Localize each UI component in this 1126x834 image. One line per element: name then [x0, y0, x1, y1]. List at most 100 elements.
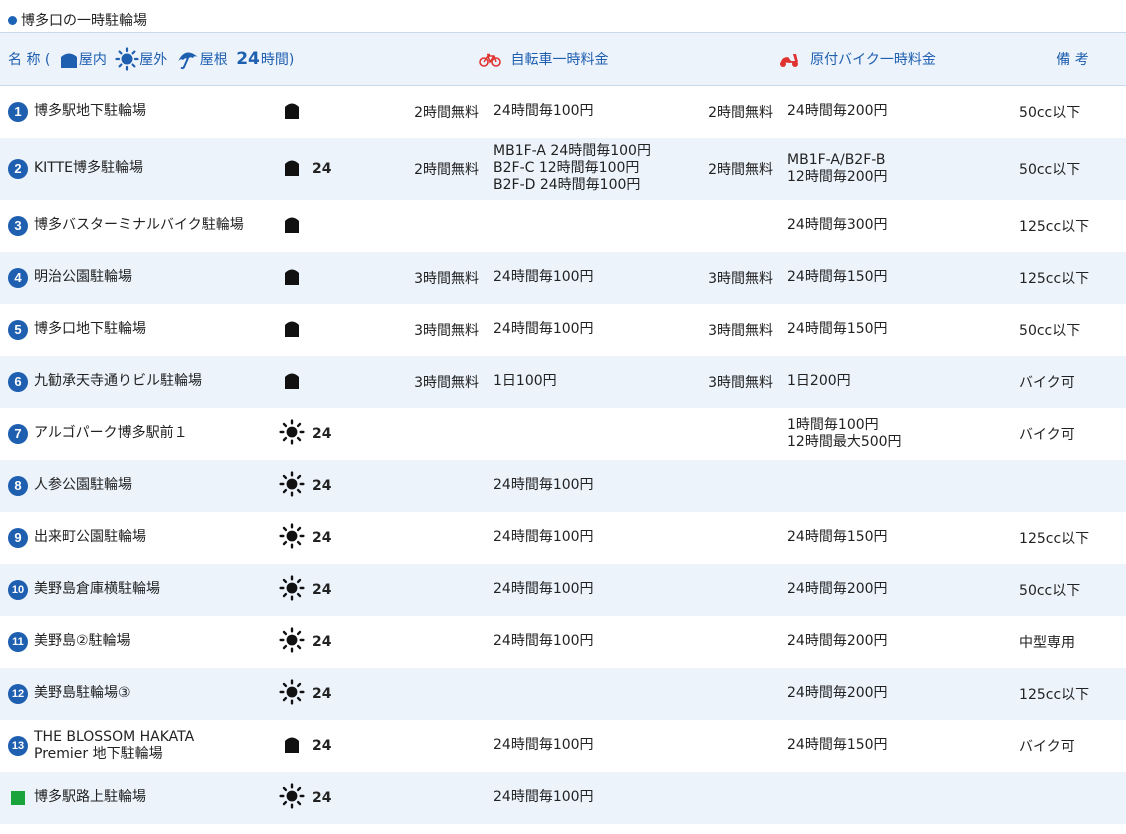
row-number-badge: 1 [8, 101, 28, 122]
header-name-label: 名 称 ( [8, 52, 51, 68]
moped-free-time [695, 772, 787, 824]
parking-name: 美野島駐輪場③ [34, 685, 131, 702]
note-cell: 125cc以下 [1019, 270, 1090, 287]
moped-free-time [695, 460, 787, 512]
bicycle-free-time: 3時間無料 [414, 322, 480, 339]
header-name-cell: 名 称 ( 屋内 屋外 屋根 24 時間) [0, 32, 393, 86]
parking-name-line: アルゴパーク博多駅前１ [34, 425, 188, 441]
parking-name-line: 美野島駐輪場③ [34, 685, 131, 701]
sun-icon [279, 470, 305, 501]
moped-fee: 24時間毎150円 [787, 304, 1019, 356]
row-number-badge: 6 [8, 371, 28, 392]
bicycle-fee-line: 24時間毎100円 [493, 269, 594, 285]
moped-fee: 24時間毎150円 [787, 512, 1019, 564]
parking-name: 出来町公園駐輪場 [34, 529, 146, 546]
bicycle-fee: 24時間毎100円 [493, 304, 695, 356]
bicycle-free-time: 3時間無料 [414, 270, 480, 287]
moped-fee-line: 24時間毎200円 [787, 103, 888, 120]
parking-name-line: 美野島倉庫横駐輪場 [34, 581, 160, 597]
bicycle-fee-line: 24時間毎100円 [493, 737, 594, 753]
parking-name-line: 出来町公園駐輪場 [34, 529, 146, 545]
type-cell [272, 460, 312, 512]
name-cell: 3 博多バスターミナルバイク駐輪場 [0, 200, 272, 252]
name-cell: 博多駅路上駐輪場 [0, 772, 272, 824]
note-cell: バイク可 [1019, 426, 1075, 443]
bicycle-fee: 24時間毎100円 [493, 720, 695, 772]
name-wrapper: 6 九勧承天寺通りビル駐輪場 [0, 371, 272, 392]
moped-fee-line: 24時間毎200円 [787, 581, 888, 597]
moped-fee-line: 24時間毎200円 [787, 633, 888, 649]
table-row: 10 美野島倉庫横駐輪場 24 24時間毎100円 24時間毎200円 50cc以下 [0, 563, 1126, 616]
parking-name: 博多バスターミナルバイク駐輪場 [34, 217, 244, 234]
bicycle-fee [493, 668, 695, 720]
bicycle-fee: 24時間毎100円 [493, 252, 695, 304]
parking-name-line: 博多駅路上駐輪場 [34, 789, 146, 805]
name-wrapper: 博多駅路上駐輪場 [0, 789, 272, 806]
moped-free-time: 2時間無料 [708, 104, 774, 121]
moped-free-time [695, 200, 787, 252]
parking-name-line: 博多口地下駐輪場 [34, 321, 146, 337]
name-cell: 1 博多駅地下駐輪場 [0, 86, 272, 138]
table-header-row: 名 称 ( 屋内 屋外 屋根 24 時間) 自転車一時料金 原付バイク一時料金 … [0, 32, 1126, 86]
row-number-badge: 10 [8, 579, 28, 600]
name-wrapper: 1 博多駅地下駐輪場 [0, 101, 272, 122]
parking-name-line: 九勧承天寺通りビル駐輪場 [34, 373, 202, 389]
moped-fee: 1時間毎100円 12時間最大500円 [787, 408, 1019, 460]
note-cell: 中型専用 [1019, 634, 1076, 651]
parking-name: 美野島倉庫横駐輪場 [34, 581, 160, 598]
parking-name: 美野島②駐輪場 [34, 633, 131, 650]
name-wrapper: 2 KITTE博多駐輪場 [0, 158, 272, 179]
table-row: 1 博多駅地下駐輪場 2時間無料 24時間毎100円 2時間無料 24時間毎200円 50c… [0, 86, 1126, 138]
name-cell: 4 明治公園駐輪場 [0, 252, 272, 304]
header-24h-number: 24 [236, 49, 260, 69]
row-number-badge: 7 [8, 423, 28, 444]
open-24h-mark: 24 [312, 581, 332, 598]
type-cell [272, 138, 312, 200]
parking-name: アルゴパーク博多駅前１ [34, 425, 188, 442]
row-number-badge: 13 [8, 735, 28, 756]
moped-fee-line: 24時間毎300円 [787, 217, 888, 233]
note-cell: 50cc以下 [1019, 322, 1081, 339]
moped-free-time: 3時間無料 [708, 322, 774, 339]
header-roof-label: 屋根 [199, 52, 228, 68]
bicycle-fee-line: 24時間毎100円 [493, 103, 594, 120]
open-24h-mark [312, 252, 392, 304]
building-icon [283, 737, 301, 757]
type-cell [272, 772, 312, 824]
open-24h-mark: 24 [312, 529, 332, 546]
type-cell [272, 200, 312, 252]
moped-free-time: 3時間無料 [708, 374, 774, 391]
moped-free-time: 2時間無料 [708, 161, 774, 178]
building-icon [283, 103, 301, 123]
parking-name: 明治公園駐輪場 [34, 269, 132, 286]
moped-free-time [695, 616, 787, 668]
bicycle-free-time [392, 772, 493, 824]
row-number-badge: 8 [8, 475, 28, 496]
name-cell: 5 博多口地下駐輪場 [0, 304, 272, 356]
moped-fee: 24時間毎200円 [787, 86, 1019, 138]
scooter-icon [780, 54, 799, 67]
building-icon [283, 269, 301, 289]
open-24h-mark [312, 304, 392, 356]
moped-fee-line: 1時間毎100円 [787, 416, 879, 433]
moped-free-time [695, 408, 787, 460]
bicycle-fee-line: B2F-C 12時間毎100円 [493, 160, 640, 176]
bicycle-fee [493, 200, 695, 252]
type-cell [272, 304, 312, 356]
note-cell: 50cc以下 [1019, 161, 1081, 178]
building-icon [283, 160, 301, 180]
sun-icon [279, 574, 305, 605]
parking-name-line: 博多バスターミナルバイク駐輪場 [34, 217, 244, 233]
header-outdoor-label: 屋外 [139, 52, 168, 68]
sun-icon [279, 522, 305, 553]
name-wrapper: 4 明治公園駐輪場 [0, 267, 272, 288]
name-wrapper: 3 博多バスターミナルバイク駐輪場 [0, 215, 272, 236]
header-moped-fee-label: 原付バイク一時料金 [810, 52, 936, 68]
row-number-badge: 5 [8, 319, 28, 340]
building-icon [283, 373, 301, 393]
moped-fee-line: 12時間毎200円 [787, 168, 888, 185]
parking-table: 名 称 ( 屋内 屋外 屋根 24 時間) 自転車一時料金 原付バイク一時料金 … [0, 32, 1126, 824]
note-cell: バイク可 [1019, 374, 1075, 391]
bicycle-fee-line: 24時間毎100円 [493, 789, 594, 805]
name-cell: 10 美野島倉庫横駐輪場 [0, 564, 272, 616]
